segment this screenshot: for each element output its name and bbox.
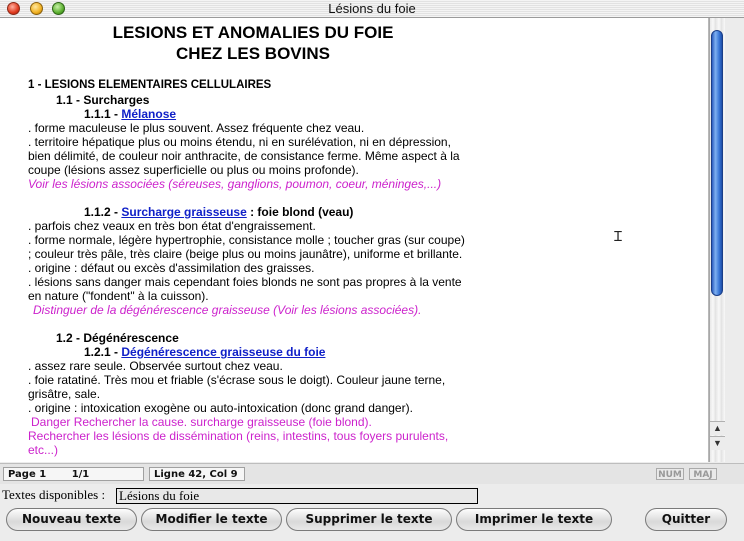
quit-button[interactable]: Quitter [645,508,727,531]
body-line: . parfois chez veaux en très bon état d'… [28,219,316,233]
delete-text-button[interactable]: Supprimer le texte [286,508,452,531]
body-line: coupe (lésions assez superficielle ou pl… [28,163,359,177]
available-texts-field[interactable]: Lésions du foie [116,488,478,504]
link-degenerescence-graisseuse[interactable]: Dégénérescence graisseuse du foie [121,345,325,359]
page-count: 1/1 [71,469,90,480]
link-surcharge-graisseuse[interactable]: Surcharge graisseuse [121,205,246,219]
status-bar: Page 1 1/1 Ligne 42, Col 9 NUM MAJ [0,463,744,484]
cursor-position: Ligne 42, Col 9 [149,467,245,481]
scroll-down-arrow-icon[interactable]: ▼ [710,436,725,450]
document-title-line1: LESIONS ET ANOMALIES DU FOIE [112,23,394,42]
page-indicator: Page 1 1/1 [3,467,144,481]
document-title-line2: CHEZ LES BOVINS [176,44,330,63]
available-texts-label: Textes disponibles : [2,487,106,502]
body-line: . origine : défaut ou excès d'assimilati… [28,261,315,275]
section-number: 1.2.1 - [84,345,122,359]
body-line: ; couleur très pâle, très claire (beige … [28,247,463,261]
section-1-1-2-heading: 1.1.2 - Surcharge graisseuse : foie blon… [84,205,353,219]
window-titlebar[interactable]: Lésions du foie [0,0,744,18]
scroll-up-arrow-icon[interactable]: ▲ [710,421,725,435]
vertical-scrollbar[interactable]: ▲ ▼ [709,18,725,462]
body-line: . forme normale, légère hypertrophie, co… [28,233,465,247]
dissemination-note: Rechercher les lésions de dissémination … [28,429,449,443]
page-label: Page 1 [8,469,47,480]
new-text-button[interactable]: Nouveau texte [6,508,137,531]
section-number: 1.1.1 - [84,107,122,121]
num-lock-indicator: NUM [656,468,684,480]
section-1-2-heading: 1.2 - Dégénérescence [56,331,179,345]
body-line: bien délimité, de couleur noir anthracit… [28,149,460,163]
body-line: . origine : intoxication exogène ou auto… [28,401,413,415]
print-text-button[interactable]: Imprimer le texte [456,508,612,531]
window-title: Lésions du foie [328,1,416,16]
scrollbar-thumb[interactable] [711,30,723,296]
text-cursor-icon: Ɪ [614,228,622,244]
body-line: . forme maculeuse le plus souvent. Assez… [28,121,365,135]
section-1-1-heading: 1.1 - Surcharges [56,93,150,107]
heading-suffix: : foie blond (veau) [246,205,354,219]
edit-text-button[interactable]: Modifier le texte [141,508,282,531]
body-line: . foie ratatiné. Très mou et friable (s'… [28,373,446,387]
body-line: . territoire hépatique plus ou moins éte… [28,135,451,149]
dissemination-note-cont: etc...) [28,443,59,457]
link-melanose[interactable]: Mélanose [121,107,176,121]
caps-lock-indicator: MAJ [689,468,717,480]
body-line: . assez rare seule. Observée surtout che… [28,359,283,373]
body-line: en nature ("fondent" à la cuisson). [28,289,209,303]
document-text-area[interactable]: LESIONS ET ANOMALIES DU FOIE CHEZ LES BO… [0,18,709,462]
associated-lesions-note: Voir les lésions associées (séreuses, ga… [28,177,442,191]
section-1-heading: 1 - LESIONS ELEMENTAIRES CELLULAIRES [28,79,272,91]
distinguish-note: Distinguer de la dégénérescence graisseu… [33,303,422,317]
body-line: grisâtre, sale. [28,387,101,401]
section-1-1-1-heading: 1.1.1 - Mélanose [84,107,176,121]
body-line: . lésions sans danger mais cependant foi… [28,275,462,289]
danger-note: Danger Rechercher la cause. surcharge gr… [31,415,372,429]
section-number: 1.1.2 - [84,205,122,219]
section-1-2-1-heading: 1.2.1 - Dégénérescence graisseuse du foi… [84,345,325,359]
